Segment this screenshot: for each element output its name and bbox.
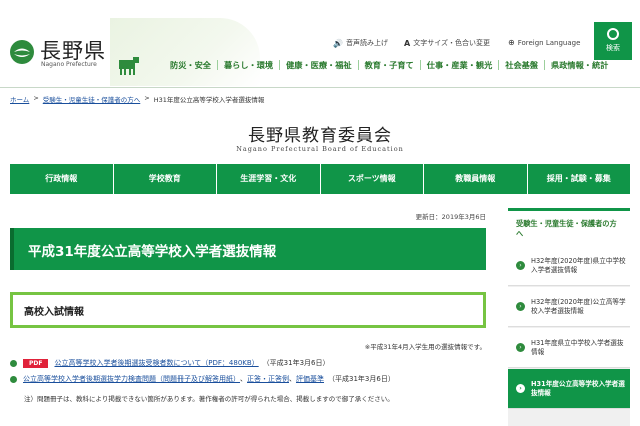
nav-item-government[interactable]: 県政情報・統計 [544,60,614,70]
sidebar-item-label: H32年度(2020年度)県立中学校入学者選抜情報 [531,256,626,274]
gnav-item-staff[interactable]: 教職員情報 [424,164,528,194]
sidebar-item-label: H31年度県立中学校入学者選抜情報 [531,338,624,356]
prefecture-logo-icon[interactable] [10,40,34,64]
list-item: 公立高等学校入学者後期選抜学力検査問題（問題冊子及び解答用紙） 、 正答・正答例… [10,374,395,384]
exam-questions-link[interactable]: 公立高等学校入学者後期選抜学力検査問題（問題冊子及び解答用紙） [23,374,240,384]
nav-item-disaster[interactable]: 防災・安全 [170,60,217,70]
page-title: 平成31年度公立高等学校入学者選抜情報 [10,228,486,270]
breadcrumb: ホーム > 受験生・児童生徒・保護者の方へ > H31年度公立高等学校入学者選抜… [10,94,264,104]
sidebar-item-label: H31年度公立高等学校入学者選抜情報 [531,379,625,397]
global-nav: 行政情報 学校教育 生涯学習・文化 スポーツ情報 教職員情報 採用・試験・募集 [10,164,630,194]
criteria-link[interactable]: 評価基準 [296,374,324,384]
foreign-language-label: Foreign Language [517,38,581,47]
bullet-icon [10,375,17,383]
list-separator: 、 [240,375,247,383]
read-aloud-label: 音声読み上げ [345,39,388,47]
sidebar-item[interactable]: › H31年度県立中学校入学者選抜情報 [508,328,630,368]
cow-illustration-icon [119,57,139,75]
board-title[interactable]: 長野県教育委員会 [0,121,640,146]
arrow-right-icon: › [516,384,525,393]
section-title: 高校入試情報 [10,292,486,328]
arrow-right-icon: › [516,302,525,311]
sidebar-item-active[interactable]: › H31年度公立高等学校入学者選抜情報 [508,369,630,409]
nav-item-work[interactable]: 仕事・産業・観光 [419,60,499,70]
gnav-item-school[interactable]: 学校教育 [114,164,217,194]
nav-item-infrastructure[interactable]: 社会基盤 [498,60,544,70]
nav-item-education[interactable]: 教育・子育て [357,60,420,70]
section-note: ※平成31年4月入学生用の選抜情報です。 [364,343,486,351]
sidebar-item-label: H32年度(2020年度)公立高等学校入学者選抜情報 [531,297,626,315]
item-date: （平成31年3月6日） [262,359,330,367]
font-color-link[interactable]: A 文字サイズ・色合い変更 [404,38,490,48]
header-nav: 防災・安全 暮らし・環境 健康・医療・福祉 教育・子育て 仕事・産業・観光 社会… [170,60,614,70]
search-label: 検索 [606,44,620,52]
speaker-icon: 🔊 [333,38,343,48]
font-color-label: 文字サイズ・色合い変更 [413,39,490,47]
breadcrumb-home[interactable]: ホーム [10,94,29,104]
font-size-icon: A [404,38,411,48]
board-subtitle: Nagano Prefectural Board of Education [236,145,404,153]
nav-item-health[interactable]: 健康・医療・福祉 [279,60,358,70]
search-button[interactable]: 検索 [594,22,632,60]
arrow-right-icon: › [516,343,525,352]
sidebar-item[interactable]: › H32年度(2020年度)公立高等学校入学者選抜情報 [508,287,630,327]
applicants-pdf-link[interactable]: 公立高等学校入学者後期選抜受検者数について（PDF：480KB） [54,358,258,368]
gnav-item-lifelong[interactable]: 生涯学習・文化 [217,164,321,194]
item-date: （平成31年3月6日） [328,375,395,383]
gnav-item-recruit[interactable]: 採用・試験・募集 [528,164,631,194]
logo-subtitle: Nagano Prefecture [41,61,97,68]
gnav-item-sports[interactable]: スポーツ情報 [321,164,424,194]
breadcrumb-students[interactable]: 受験生・児童生徒・保護者の方へ [43,94,141,104]
sidebar-item[interactable]: › H32年度(2020年度)県立中学校入学者選抜情報 [508,246,630,286]
breadcrumb-separator: > [144,94,150,102]
answers-link[interactable]: 正答・正答例 [247,374,289,384]
bullet-icon [10,359,17,367]
search-icon [607,28,619,40]
pdf-badge: PDF [23,358,49,368]
footnote: 注）問題冊子は、教科により掲載できない箇所があります。著作権者の許可が得られた場… [24,395,394,403]
list-item: PDF 公立高等学校入学者後期選抜受検者数について（PDF：480KB） （平成… [10,358,330,368]
gnav-item-administration[interactable]: 行政情報 [10,164,114,194]
sidebar-heading[interactable]: 受験生・児童生徒・保護者の方へ [508,208,630,250]
updated-date: 更新日：2019年3月6日 [415,213,486,221]
breadcrumb-separator: > [33,94,39,102]
foreign-language-link[interactable]: ⊕ Foreign Language [508,38,580,47]
header-divider [0,87,640,88]
arrow-right-icon: › [516,261,525,270]
read-aloud-link[interactable]: 🔊 音声読み上げ [333,38,388,48]
list-separator: 、 [289,375,296,383]
breadcrumb-current: H31年度公立高等学校入学者選抜情報 [153,96,265,104]
globe-icon: ⊕ [508,38,515,47]
nav-item-living[interactable]: 暮らし・環境 [216,60,279,70]
